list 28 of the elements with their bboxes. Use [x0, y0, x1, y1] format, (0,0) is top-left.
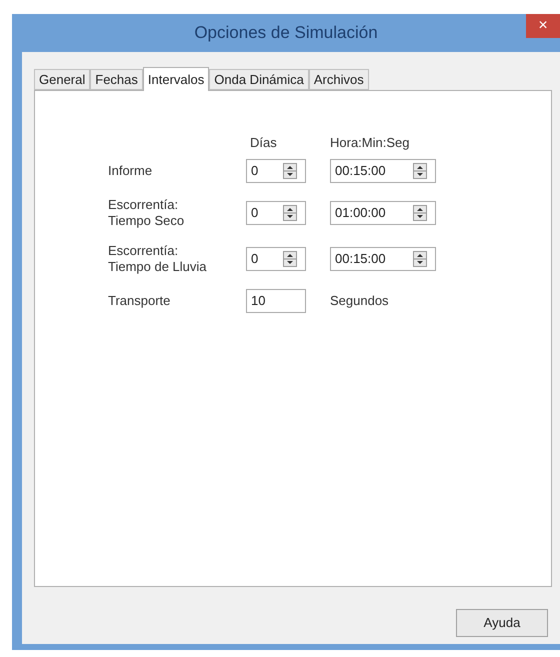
days-spinner[interactable]: 0 [246, 200, 306, 224]
field-label: Informe [108, 162, 154, 178]
tab[interactable]: Onda Dinámica [209, 69, 309, 90]
spin-arrows-icon[interactable] [413, 250, 427, 266]
column-header: Días [249, 134, 278, 152]
column-header: Hora:Min:Seg [330, 134, 410, 152]
field-label: Transporte [108, 292, 172, 308]
spin-arrows-icon[interactable] [283, 204, 297, 220]
unit-label: Segundos [330, 292, 390, 310]
time-spinner[interactable]: 01:00:00 [330, 200, 436, 224]
spin-arrows-icon[interactable] [283, 250, 297, 266]
input-field[interactable]: 10 [246, 288, 306, 312]
time-spinner[interactable]: 00:15:00 [330, 246, 436, 270]
window-title: Opciones de Simulación [194, 22, 378, 44]
close-button[interactable]: × [526, 14, 560, 38]
help-button[interactable]: Ayuda [456, 609, 548, 637]
tab[interactable]: Fechas [90, 69, 143, 90]
spin-arrows-icon[interactable] [283, 162, 297, 178]
tab[interactable]: Archivos [308, 69, 369, 90]
days-spinner[interactable]: 0 [246, 158, 306, 182]
field-label: Escorrentía: Tiempo Seco [108, 196, 186, 228]
spin-arrows-icon[interactable] [413, 162, 427, 178]
time-spinner[interactable]: 00:15:00 [330, 158, 436, 182]
tab[interactable]: Intervalos [142, 67, 210, 91]
tab[interactable]: General [34, 69, 90, 90]
spin-arrows-icon[interactable] [413, 204, 427, 220]
days-spinner[interactable]: 0 [246, 246, 306, 270]
field-label: Escorrentía: Tiempo de Lluvia [108, 242, 208, 274]
